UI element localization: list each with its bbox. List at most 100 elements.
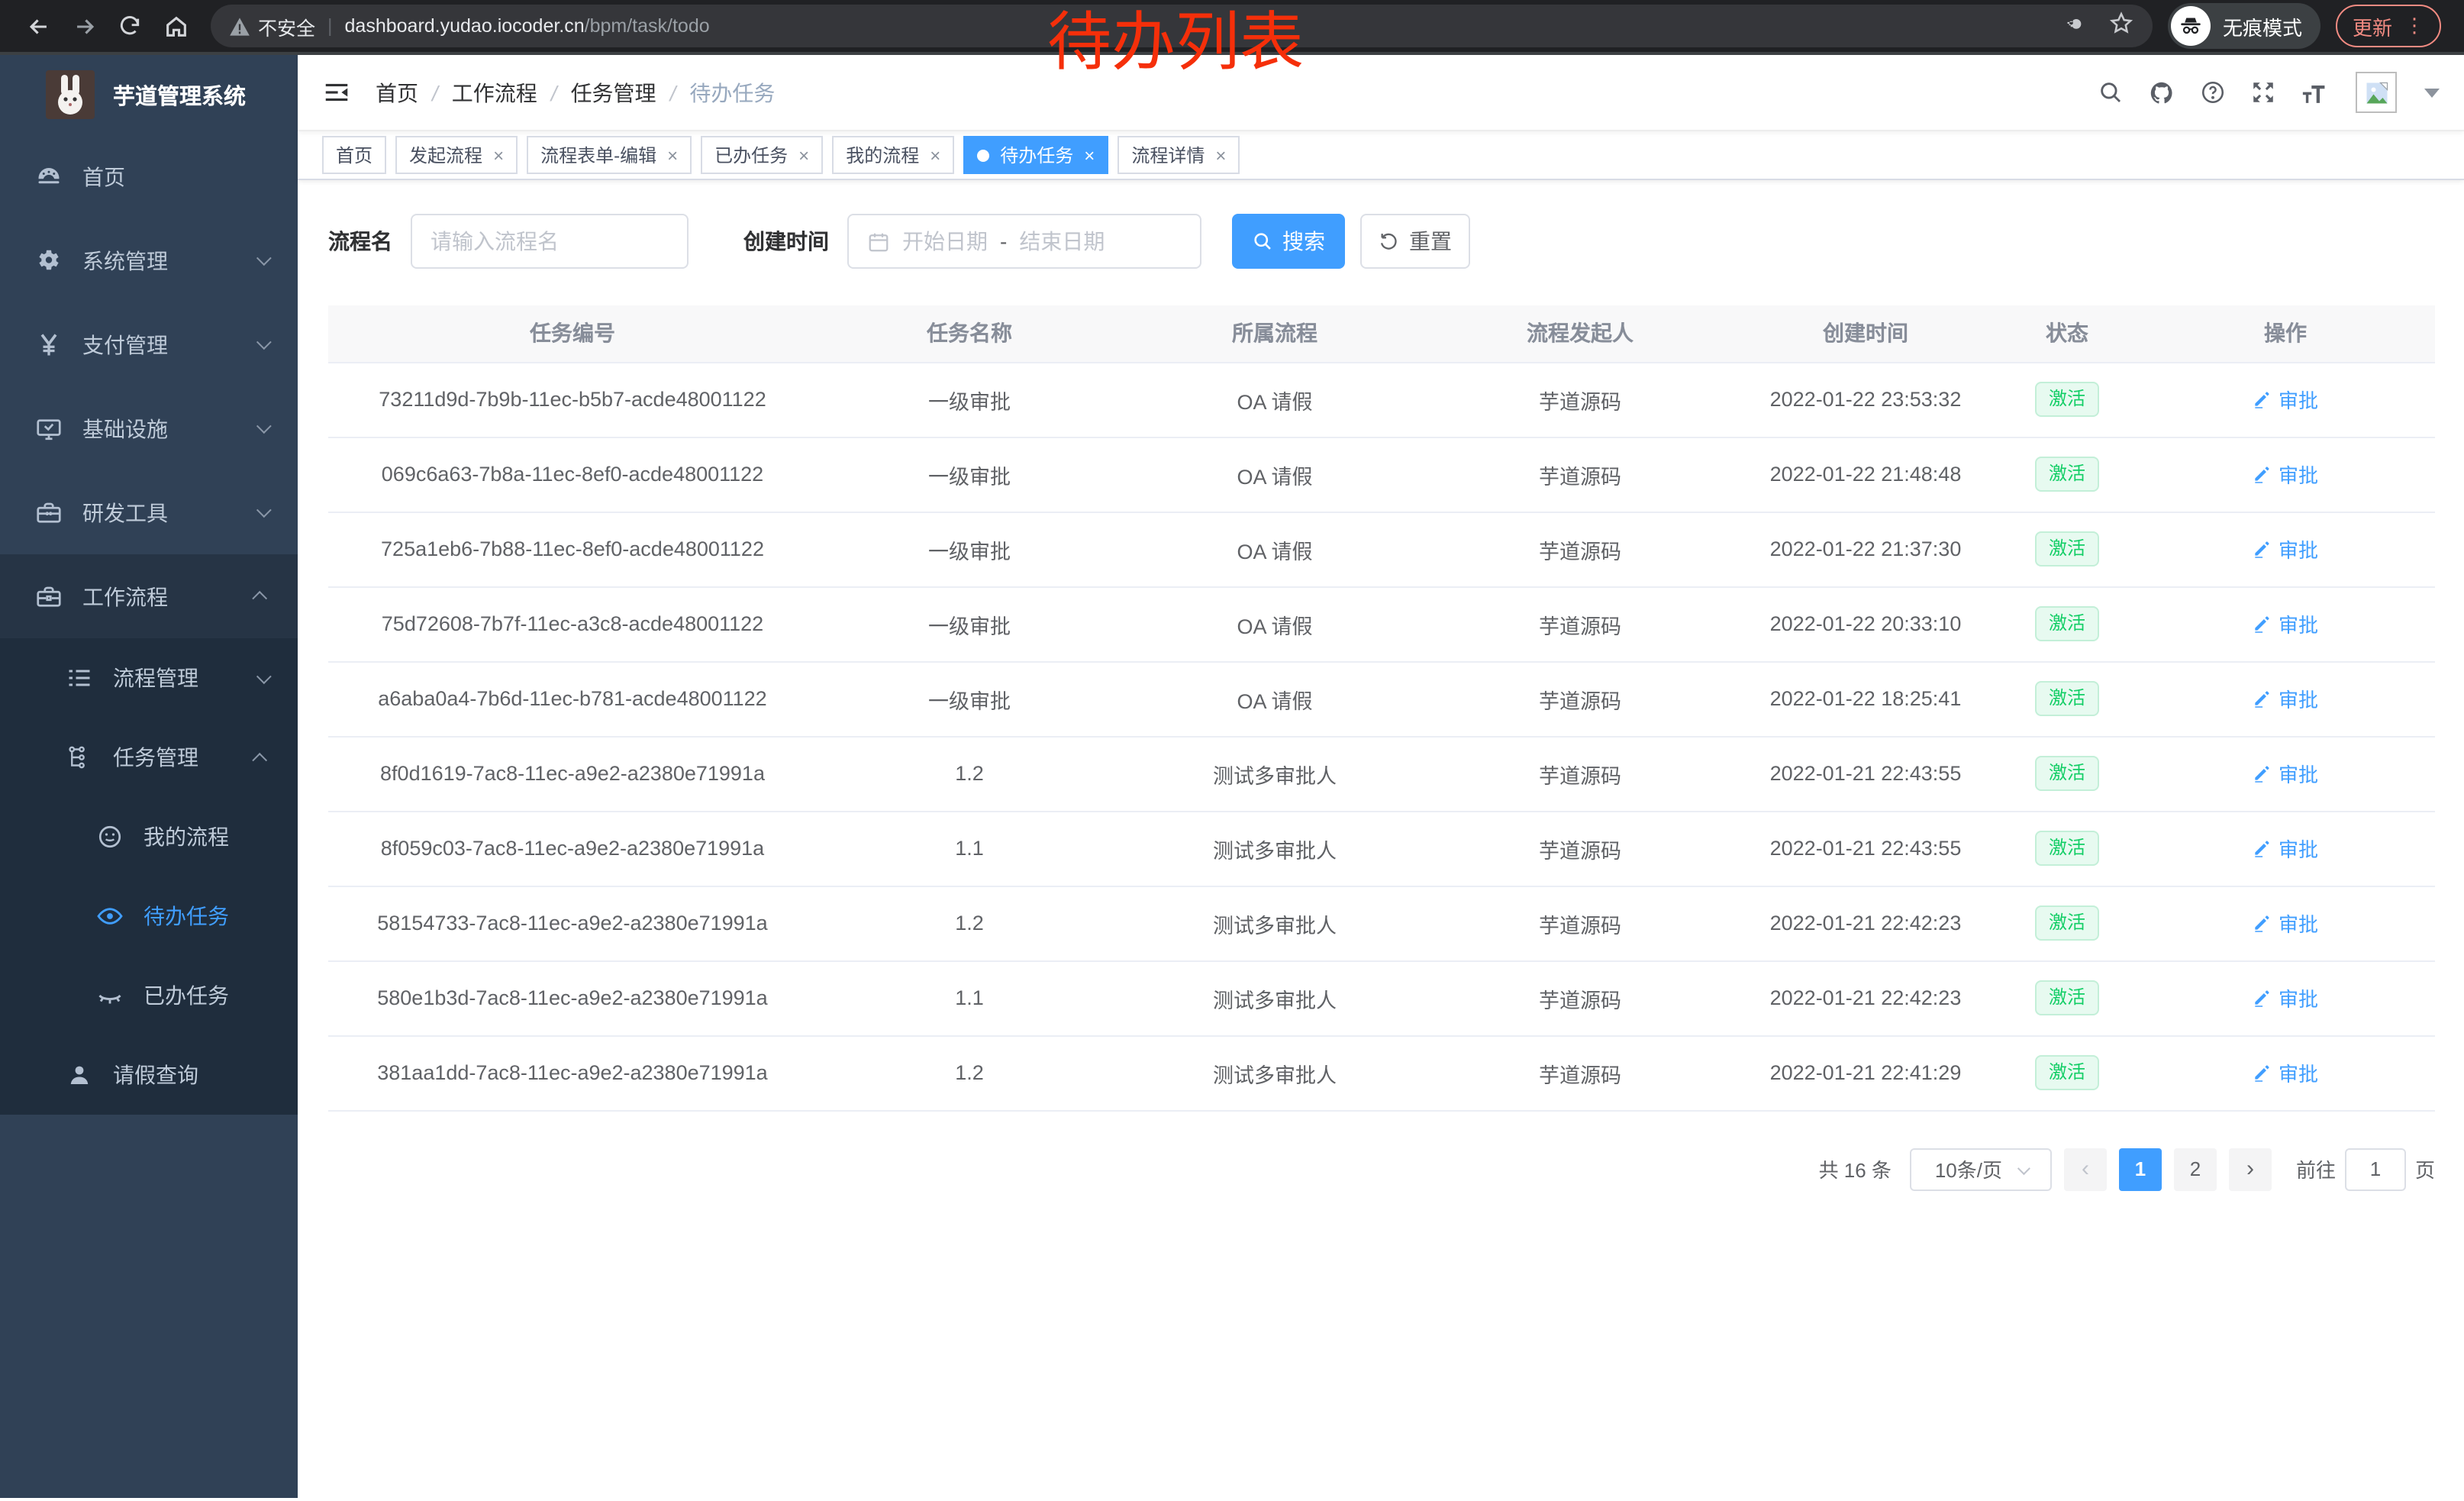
cell-process: 测试多审批人 <box>1122 1035 1427 1110</box>
cell-status: 激活 <box>1998 661 2136 736</box>
sidebar-item-todo-tasks[interactable]: 待办任务 <box>0 876 298 956</box>
screen: 不安全 | dashboard.yudao.iocoder.cn/bpm/tas… <box>0 0 2464 1501</box>
column-header: 创建时间 <box>1733 305 1998 362</box>
page-size-select[interactable]: 10条/页 <box>1910 1148 2052 1190</box>
cell-task-name: 一级审批 <box>817 512 1122 586</box>
approve-link[interactable]: 审批 <box>2253 385 2318 414</box>
key-icon[interactable] <box>2061 11 2087 41</box>
cell-status: 激活 <box>1998 512 2136 586</box>
update-label[interactable]: 更新 <box>2353 11 2392 40</box>
tab-initiate-process[interactable]: 发起流程× <box>395 136 518 174</box>
page-button-2[interactable]: 2 <box>2174 1148 2217 1190</box>
browser-update-button[interactable]: 更新 ⋮ <box>2336 5 2441 47</box>
fullscreen-icon[interactable] <box>2250 79 2276 105</box>
prev-page-button[interactable]: ‹ <box>2064 1148 2107 1190</box>
approve-link[interactable]: 审批 <box>2253 909 2318 938</box>
close-icon[interactable]: × <box>798 144 809 166</box>
close-icon[interactable]: × <box>493 144 504 166</box>
tab-done-tasks[interactable]: 已办任务× <box>701 136 823 174</box>
github-icon[interactable] <box>2148 79 2175 106</box>
approve-link[interactable]: 审批 <box>2253 609 2318 638</box>
approve-link[interactable]: 审批 <box>2253 684 2318 713</box>
font-size-icon[interactable] <box>2301 80 2331 105</box>
cell-task-id: 580e1b3d-7ac8-11ec-a9e2-a2380e71991a <box>328 960 817 1035</box>
table-row: 75d72608-7b7f-11ec-a3c8-acde48001122一级审批… <box>328 586 2435 661</box>
tab-label: 首页 <box>336 142 373 168</box>
breadcrumb-item: 待办任务 <box>689 77 775 108</box>
close-icon[interactable]: × <box>1215 144 1226 166</box>
process-name-input[interactable]: 请输入流程名 <box>411 214 689 269</box>
table-row: 069c6a63-7b8a-11ec-8ef0-acde48001122一级审批… <box>328 437 2435 512</box>
sidebar-item-payment-management[interactable]: 支付管理 <box>0 302 298 386</box>
sidebar-item-infrastructure[interactable]: 基础设施 <box>0 386 298 470</box>
close-icon[interactable]: × <box>667 144 678 166</box>
forward-icon[interactable] <box>61 6 107 46</box>
cell-process: 测试多审批人 <box>1122 960 1427 1035</box>
cell-task-id: 381aa1dd-7ac8-11ec-a9e2-a2380e71991a <box>328 1035 817 1110</box>
sidebar-collapse-icon[interactable] <box>322 78 351 107</box>
sidebar-item-label: 首页 <box>82 161 125 192</box>
date-range-input[interactable]: 开始日期 - 结束日期 <box>847 214 1201 269</box>
home-icon[interactable] <box>153 6 198 46</box>
insecure-label[interactable]: 不安全 <box>258 11 315 40</box>
close-icon[interactable]: × <box>1084 144 1095 166</box>
cell-created: 2022-01-21 22:42:23 <box>1733 960 1998 1035</box>
approve-link[interactable]: 审批 <box>2253 759 2318 788</box>
face-icon <box>92 823 128 851</box>
sidebar-item-my-process[interactable]: 我的流程 <box>0 797 298 876</box>
tags-bar: 首页发起流程×流程表单-编辑×已办任务×我的流程×待办任务×流程详情× <box>298 131 2464 180</box>
tab-process-detail[interactable]: 流程详情× <box>1118 136 1240 174</box>
sidebar-item-task-management[interactable]: 任务管理 <box>0 718 298 797</box>
tab-my-process[interactable]: 我的流程 × <box>832 136 954 174</box>
breadcrumb-item[interactable]: 任务管理 <box>571 77 656 108</box>
next-page-button[interactable]: › <box>2229 1148 2272 1190</box>
close-icon[interactable]: × <box>930 144 940 166</box>
tab-todo-tasks[interactable]: 待办任务× <box>963 136 1108 174</box>
back-icon[interactable] <box>15 6 61 46</box>
page-button-1[interactable]: 1 <box>2119 1148 2162 1190</box>
goto-page-input[interactable]: 1 <box>2345 1148 2406 1190</box>
approve-link[interactable]: 审批 <box>2253 1058 2318 1087</box>
sidebar-item-done-tasks[interactable]: 已办任务 <box>0 956 298 1035</box>
sidebar-item-home[interactable]: 首页 <box>0 134 298 218</box>
avatar-dropdown-icon[interactable] <box>2424 88 2440 97</box>
search-button[interactable]: 搜索 <box>1232 214 1345 269</box>
tab-process-form-edit[interactable]: 流程表单-编辑× <box>527 136 692 174</box>
insecure-warning-icon[interactable] <box>229 16 250 36</box>
avatar[interactable] <box>2356 72 2397 113</box>
help-icon[interactable] <box>2200 79 2226 105</box>
breadcrumb-separator: / <box>551 80 557 105</box>
approve-link[interactable]: 审批 <box>2253 834 2318 863</box>
url-host[interactable]: dashboard.yudao.iocoder.cn <box>345 15 585 37</box>
sidebar-item-system-management[interactable]: 系统管理 <box>0 218 298 302</box>
refresh-icon[interactable] <box>107 6 153 46</box>
tab-home[interactable]: 首页 <box>322 136 386 174</box>
browser-menu-icon[interactable]: ⋮ <box>2404 14 2424 38</box>
sidebar: 芋道管理系统 首页系统管理支付管理基础设施研发工具工作流程流程管理任务管理我的流… <box>0 55 298 1498</box>
tab-label: 我的流程 <box>846 142 919 168</box>
approve-link[interactable]: 审批 <box>2253 983 2318 1012</box>
sidebar-item-dev-tools[interactable]: 研发工具 <box>0 470 298 554</box>
approve-link[interactable]: 审批 <box>2253 534 2318 563</box>
sidebar-logo[interactable]: 芋道管理系统 <box>0 55 298 134</box>
bookmark-star-icon[interactable] <box>2108 11 2134 41</box>
approve-link[interactable]: 审批 <box>2253 460 2318 489</box>
sidebar-item-workflow[interactable]: 工作流程 <box>0 554 298 638</box>
address-bar[interactable]: 不安全 | dashboard.yudao.iocoder.cn/bpm/tas… <box>211 5 2153 47</box>
cell-starter: 芋道源码 <box>1427 736 1733 811</box>
cell-task-id: 75d72608-7b7f-11ec-a3c8-acde48001122 <box>328 586 817 661</box>
status-badge: 激活 <box>2035 756 2099 791</box>
range-separator: - <box>1000 229 1007 253</box>
breadcrumb-item[interactable]: 工作流程 <box>452 77 537 108</box>
reset-button[interactable]: 重置 <box>1360 214 1470 269</box>
sidebar-item-process-management[interactable]: 流程管理 <box>0 638 298 718</box>
status-badge: 激活 <box>2035 831 2099 866</box>
cell-task-id: a6aba0a4-7b6d-11ec-b781-acde48001122 <box>328 661 817 736</box>
cell-created: 2022-01-21 22:41:29 <box>1733 1035 1998 1110</box>
cell-status: 激活 <box>1998 811 2136 886</box>
search-icon[interactable] <box>2098 79 2124 105</box>
breadcrumb-item[interactable]: 首页 <box>376 77 418 108</box>
cell-action: 审批 <box>2136 437 2435 512</box>
table-row: 8f0d1619-7ac8-11ec-a9e2-a2380e71991a1.2测… <box>328 736 2435 811</box>
sidebar-item-leave-query[interactable]: 请假查询 <box>0 1035 298 1115</box>
